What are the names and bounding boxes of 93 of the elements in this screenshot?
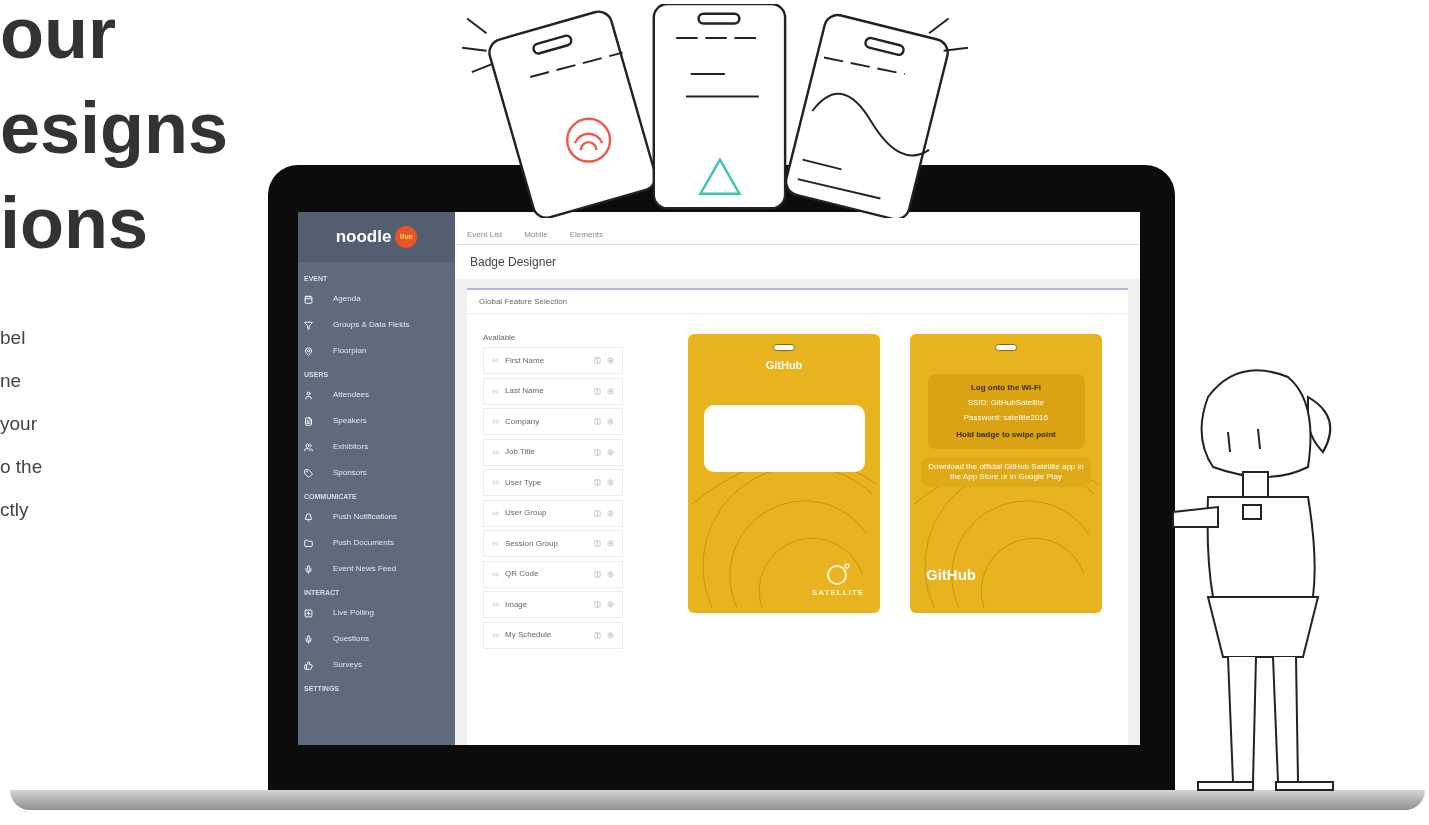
logo-badge: live [395,226,418,248]
field-item[interactable]: First Name [483,347,623,374]
link-icon [492,418,499,425]
sidebar-item[interactable]: Floorplan [304,338,367,364]
wifi-title: Log onto the Wi-Fi [970,382,1042,394]
paragraph-line: your [0,412,37,436]
link-icon [492,509,499,517]
page-title: Badge Designer [470,254,557,271]
columns-icon [594,418,601,425]
columns-icon [594,570,601,578]
satellite-logo-icon [825,561,851,587]
sidebar-item[interactable]: Push Documents [304,530,394,556]
heading-line: our [0,0,116,75]
sidebar-item-icon [304,660,313,670]
settings-icon [607,631,614,639]
link-icon [492,570,499,578]
nav-tab[interactable]: Mobile [524,229,548,241]
wifi-detail: Password: satellite2016 [963,412,1049,424]
sidebar-item-icon [304,320,313,330]
columns-icon [594,601,601,608]
sidebar-item[interactable]: Push Notifications [304,504,398,530]
nav-tab[interactable]: Elements [569,229,604,241]
app-note: Download the official GitHub Satellite app in the App Store or in Google Play [927,462,1085,482]
sidebar-item[interactable]: Exhibitors [304,434,369,460]
heading-line: esigns [0,87,229,170]
link-icon [492,540,499,547]
sidebar-item-icon [304,608,313,618]
sidebar-item-icon [304,538,313,548]
columns-icon [594,631,601,639]
columns-icon [594,448,601,456]
logo-word: noodle [335,226,392,249]
field-item[interactable]: QR Code [483,560,623,588]
paragraph-line: ne [0,369,22,393]
paragraph-line: ctly [0,498,29,522]
link-icon [492,601,499,608]
sidebar-item[interactable]: Event News Feed [304,556,397,582]
columns-icon [594,479,601,486]
columns-icon [594,540,601,547]
field-item[interactable]: Session Group [483,530,623,557]
sidebar-item-icon [304,634,313,644]
field-item[interactable]: User Type [483,469,623,496]
sidebar-item-icon [304,390,313,400]
sidebar-item[interactable]: Live Polling [304,600,374,626]
sidebar-item[interactable]: Groups & Data Fields [304,312,410,338]
settings-icon [607,601,614,608]
sidebar-item-icon [304,346,313,356]
field-item[interactable]: Job Title [483,438,623,466]
badge-brand: GitHub [765,358,803,373]
paragraph-line: bel [0,326,26,350]
sidebar-item[interactable]: Agenda [304,286,361,312]
columns-icon [594,509,601,517]
settings-icon [607,418,614,425]
sidebar-item-icon [304,416,313,426]
field-item[interactable]: User Group [483,499,623,527]
sidebar-item-icon [304,512,313,522]
sidebar-item-icon [304,564,313,574]
field-item[interactable]: Last Name [483,377,623,405]
badge-slot [773,344,795,351]
panel-title: Global Feature Selection [479,295,568,308]
settings-icon [607,387,614,395]
settings-icon [607,540,614,547]
settings-icon [607,448,614,456]
link-icon [492,387,499,395]
field-item[interactable]: Company [483,408,623,435]
columns-icon [594,387,601,395]
wifi-detail: SSID: GitHubSatellite [967,397,1045,409]
sidebar-item-icon [304,442,313,452]
settings-icon [607,479,614,486]
paragraph-line: o the [0,455,43,479]
nav-tab[interactable]: Event List [467,229,503,241]
sidebar-item[interactable]: Surveys [304,652,362,678]
columns-icon [594,357,601,364]
available-label: Available [483,332,516,344]
sidebar-item-icon [304,294,313,304]
settings-icon [607,570,614,578]
link-icon [492,631,499,639]
link-icon [492,479,499,486]
sidebar-item[interactable]: Questions [304,626,370,652]
settings-icon [607,509,614,517]
sidebar-item[interactable]: Attendees [304,382,370,408]
field-item[interactable]: My Schedule [483,621,623,649]
sidebar-item[interactable]: Speakers [304,408,367,434]
sidebar-item[interactable]: Sponsors [304,460,367,486]
badge-brand: GitHub [926,564,976,585]
logo-text: SATELLITE [812,587,864,599]
link-icon [492,357,499,364]
badge-slot [995,344,1017,351]
sidebar-item-icon [304,468,313,478]
wifi-note: Hold badge to swipe point [956,429,1056,441]
heading-line: ions [0,182,148,265]
settings-icon [607,357,614,364]
link-icon [492,448,499,456]
field-item[interactable]: Image [483,591,623,618]
